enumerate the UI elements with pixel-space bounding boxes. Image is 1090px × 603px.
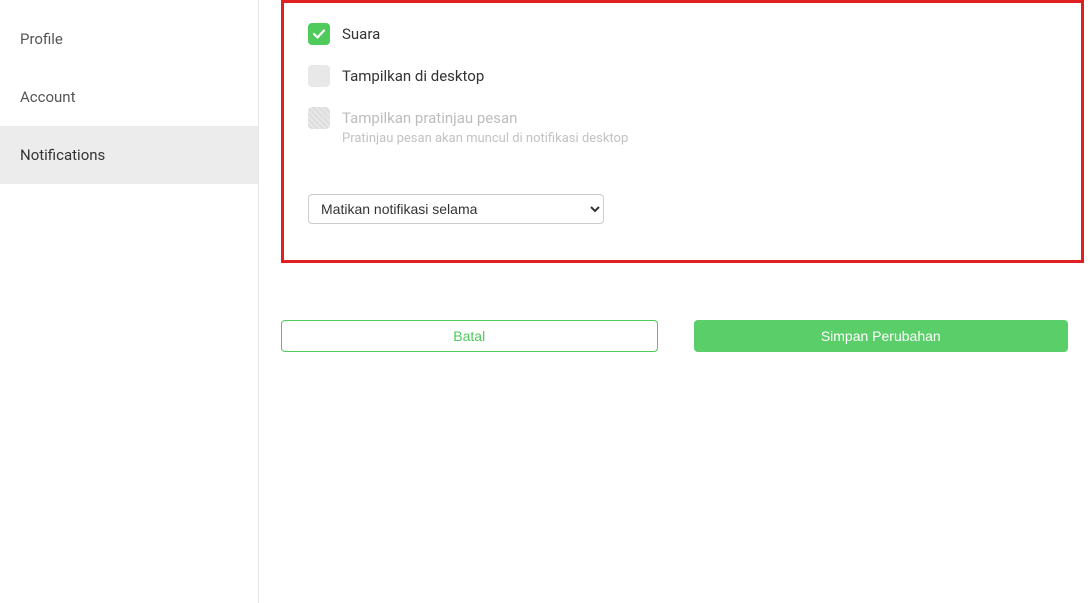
sidebar-item-profile[interactable]: Profile (0, 10, 258, 68)
setting-row-sound: Suara (308, 23, 1057, 45)
button-label: Simpan Perubahan (821, 328, 941, 344)
setting-row-preview: Tampilkan pratinjau pesan Pratinjau pesa… (308, 107, 1057, 146)
mute-select-wrap: Matikan notifikasi selama (308, 194, 1057, 224)
checkbox-label-preview: Tampilkan pratinjau pesan (342, 107, 628, 129)
checkbox-preview (308, 107, 330, 129)
check-icon (312, 27, 326, 41)
checkbox-sound[interactable] (308, 23, 330, 45)
mute-select[interactable]: Matikan notifikasi selama (308, 194, 604, 224)
main-panel: Suara Tampilkan di desktop Tampilkan pra… (259, 0, 1090, 603)
checkbox-desktop[interactable] (308, 65, 330, 87)
checkbox-label-desktop: Tampilkan di desktop (342, 65, 484, 87)
sidebar: Profile Account Notifications (0, 0, 259, 603)
sidebar-item-label: Account (20, 88, 76, 106)
button-label: Batal (453, 328, 485, 344)
checkbox-label-group: Tampilkan pratinjau pesan Pratinjau pesa… (342, 107, 628, 146)
sidebar-item-notifications[interactable]: Notifications (0, 126, 258, 184)
sidebar-item-label: Notifications (20, 146, 105, 164)
notifications-settings-box: Suara Tampilkan di desktop Tampilkan pra… (281, 0, 1084, 263)
sidebar-item-account[interactable]: Account (0, 68, 258, 126)
action-buttons: Batal Simpan Perubahan (281, 320, 1068, 352)
cancel-button[interactable]: Batal (281, 320, 658, 352)
checkbox-label-sound: Suara (342, 23, 380, 45)
setting-row-desktop: Tampilkan di desktop (308, 65, 1057, 87)
checkbox-sublabel-preview: Pratinjau pesan akan muncul di notifikas… (342, 131, 628, 146)
save-button[interactable]: Simpan Perubahan (694, 320, 1069, 352)
sidebar-item-label: Profile (20, 30, 63, 48)
